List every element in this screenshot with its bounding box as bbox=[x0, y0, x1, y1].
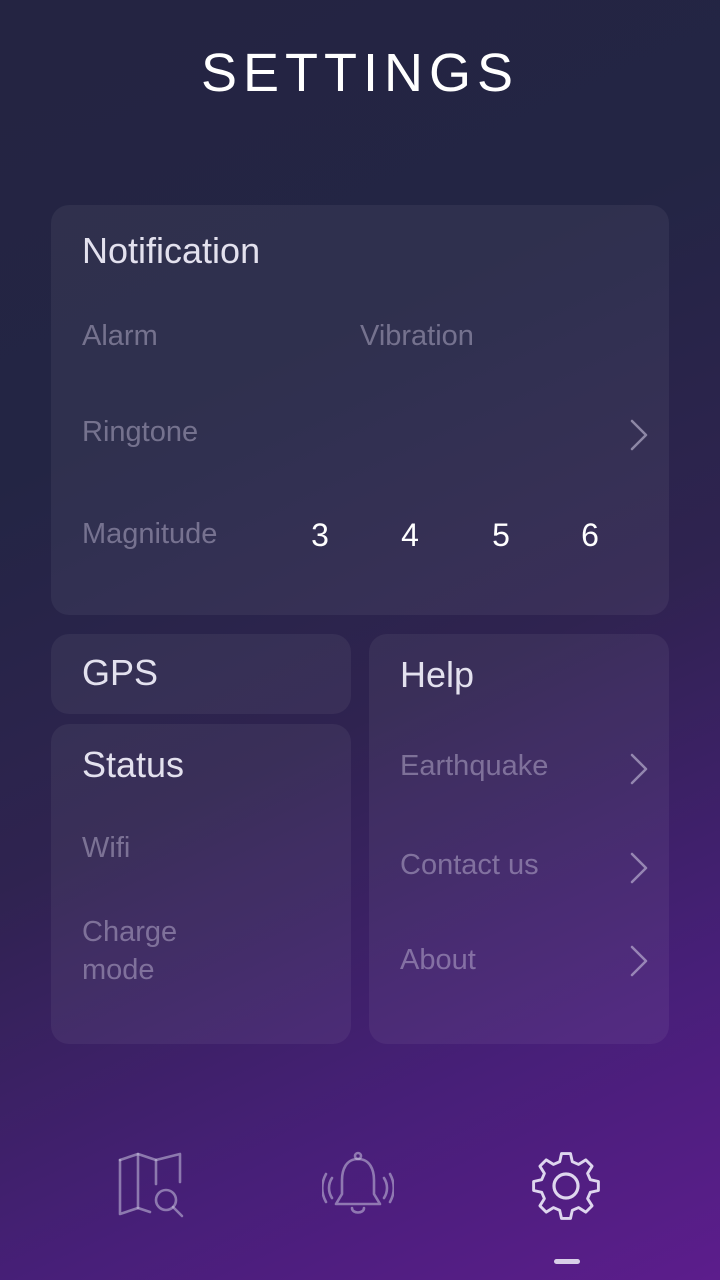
notification-title: Notification bbox=[82, 230, 261, 271]
help-item-earthquake-label: Earthquake bbox=[400, 750, 549, 782]
alarm-toggle[interactable]: Alarm bbox=[82, 320, 158, 353]
help-item-about-label: About bbox=[400, 944, 476, 976]
charge-mode-label-line2: mode bbox=[82, 954, 155, 986]
magnitude-option-5[interactable]: 5 bbox=[481, 517, 521, 554]
map-search-icon[interactable] bbox=[116, 1150, 188, 1222]
active-tab-indicator bbox=[554, 1259, 580, 1264]
about-chevron-right-icon[interactable] bbox=[624, 941, 654, 981]
page-title: SETTINGS bbox=[200, 43, 520, 103]
magnitude-option-4[interactable]: 4 bbox=[390, 517, 430, 554]
status-title: Status bbox=[82, 744, 185, 785]
bell-ringing-icon[interactable] bbox=[322, 1150, 394, 1222]
wifi-label: Wifi bbox=[82, 832, 131, 864]
magnitude-option-6[interactable]: 6 bbox=[570, 517, 610, 554]
contact-us-chevron-right-icon[interactable] bbox=[624, 848, 654, 888]
vibration-toggle[interactable]: Vibration bbox=[360, 320, 474, 353]
magnitude-label: Magnitude bbox=[82, 518, 218, 550]
ringtone-chevron-right-icon[interactable] bbox=[624, 415, 654, 455]
charge-mode-label-line1: Charge bbox=[82, 916, 178, 948]
help-item-contact-us-label: Contact us bbox=[400, 849, 539, 881]
earthquake-chevron-right-icon[interactable] bbox=[624, 749, 654, 789]
magnitude-option-3[interactable]: 3 bbox=[300, 517, 340, 554]
help-title: Help bbox=[400, 654, 475, 695]
ringtone-label: Ringtone bbox=[82, 416, 199, 448]
gear-icon[interactable] bbox=[530, 1150, 602, 1222]
gps-title: GPS bbox=[82, 652, 159, 693]
